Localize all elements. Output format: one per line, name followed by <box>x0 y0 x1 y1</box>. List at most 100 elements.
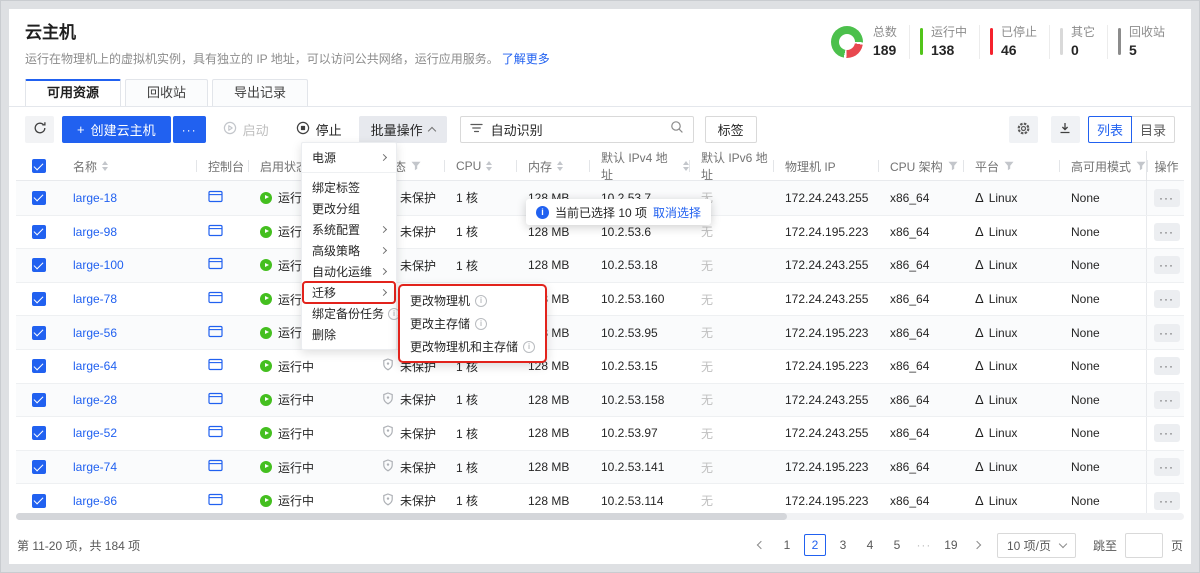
console-icon[interactable] <box>208 224 223 240</box>
menu-item-automation[interactable]: 自动化运维 <box>302 261 396 282</box>
console-icon[interactable] <box>208 425 223 441</box>
vm-name-link[interactable]: large-74 <box>73 460 117 474</box>
stop-button[interactable]: 停止 <box>286 116 352 143</box>
scrollbar-thumb[interactable] <box>16 512 787 520</box>
settings-button[interactable] <box>1008 116 1038 143</box>
view-list-button[interactable]: 列表 <box>1087 116 1132 143</box>
menu-item-advanced[interactable]: 高级策略 <box>302 240 396 261</box>
vm-name-link[interactable]: large-64 <box>73 359 117 373</box>
page-number-1[interactable]: 1 <box>777 534 797 556</box>
batch-actions-button[interactable]: 批量操作 <box>358 116 447 143</box>
page-number-4[interactable]: 4 <box>860 534 880 556</box>
row-actions-button[interactable]: ··· <box>1153 424 1180 443</box>
cell-arch: x86_64 <box>890 292 930 307</box>
view-catalog-button[interactable]: 目录 <box>1130 116 1175 143</box>
console-icon[interactable] <box>208 291 223 307</box>
row-checkbox[interactable] <box>31 426 46 441</box>
menu-item-bind-backup[interactable]: 绑定备份任务 i <box>302 303 401 324</box>
row-actions-button[interactable]: ··· <box>1153 390 1180 409</box>
row-actions-button[interactable]: ··· <box>1153 290 1180 309</box>
row-checkbox[interactable] <box>31 359 46 374</box>
row-actions-button[interactable]: ··· <box>1153 323 1180 342</box>
submenu-item-change-host-and-storage[interactable]: 更改物理机和主存储 i <box>400 335 545 358</box>
row-checkbox[interactable] <box>31 460 46 475</box>
filter-funnel-icon[interactable] <box>1004 161 1014 171</box>
search-input[interactable]: 自动识别 <box>459 116 694 143</box>
sort-icon[interactable] <box>486 161 493 171</box>
vm-name-link[interactable]: large-100 <box>73 258 124 272</box>
console-icon[interactable] <box>208 190 223 206</box>
select-all-checkbox[interactable] <box>31 159 46 173</box>
learn-more-link[interactable]: 了解更多 <box>502 52 550 66</box>
filter-funnel-icon[interactable] <box>948 161 958 171</box>
deselect-link[interactable]: 取消选择 <box>653 204 701 221</box>
row-actions-button[interactable]: ··· <box>1153 256 1180 275</box>
row-actions-button[interactable]: ··· <box>1153 458 1180 477</box>
row-actions-button[interactable]: ··· <box>1153 222 1180 241</box>
tab-bar: 可用资源 回收站 导出记录 <box>9 79 1191 107</box>
vm-name-link[interactable]: large-52 <box>73 426 117 440</box>
console-icon[interactable] <box>208 358 223 374</box>
cell-ha-mode: None <box>1071 224 1100 239</box>
row-checkbox[interactable] <box>31 190 46 205</box>
row-checkbox[interactable] <box>31 325 46 340</box>
row-checkbox[interactable] <box>31 392 46 407</box>
row-actions-button[interactable]: ··· <box>1153 357 1180 376</box>
cell-ha-mode: None <box>1071 325 1100 340</box>
cell-name: large-74 <box>61 451 196 484</box>
vm-name-link[interactable]: large-98 <box>73 225 117 239</box>
create-vm-button[interactable]: + 创建云主机 <box>62 116 171 143</box>
console-icon[interactable] <box>208 257 223 273</box>
row-checkbox[interactable] <box>31 493 46 508</box>
jump-page-input[interactable] <box>1124 532 1163 558</box>
vm-name-link[interactable]: large-86 <box>73 494 117 508</box>
filter-funnel-icon[interactable] <box>411 161 421 171</box>
menu-item-power[interactable]: 电源 <box>302 147 396 168</box>
sort-icon[interactable] <box>557 161 564 171</box>
row-checkbox[interactable] <box>31 224 46 239</box>
menu-item-delete[interactable]: 删除 <box>302 324 396 345</box>
row-actions-button[interactable]: ··· <box>1153 188 1180 207</box>
filter-funnel-icon[interactable] <box>1136 161 1146 171</box>
menu-item-migrate[interactable]: 迁移 <box>302 281 396 304</box>
start-button[interactable]: 启动 <box>213 116 279 143</box>
console-icon[interactable] <box>208 459 223 475</box>
table-row: large-64 运行中 未保护 1 核 128 MB 10.2.53.15 无… <box>16 348 1184 383</box>
vm-name-link[interactable]: large-78 <box>73 292 117 306</box>
horizontal-scrollbar[interactable] <box>16 512 1184 520</box>
row-checkbox[interactable] <box>31 292 46 307</box>
tab-available-resources[interactable]: 可用资源 <box>25 79 122 106</box>
page-number-3[interactable]: 3 <box>833 534 853 556</box>
row-actions-button[interactable]: ··· <box>1153 491 1180 510</box>
running-status-icon <box>260 494 272 507</box>
row-checkbox[interactable] <box>31 258 46 273</box>
refresh-button[interactable] <box>25 116 54 143</box>
chevron-right-icon <box>379 267 388 276</box>
vm-name-link[interactable]: large-28 <box>73 393 117 407</box>
menu-item-system-config[interactable]: 系统配置 <box>302 219 396 240</box>
sort-icon[interactable] <box>102 161 109 171</box>
download-button[interactable] <box>1050 116 1080 143</box>
stat-label: 回收站 <box>1128 25 1165 39</box>
tab-recycle-bin[interactable]: 回收站 <box>125 79 209 106</box>
menu-item-change-group[interactable]: 更改分组 <box>302 198 396 219</box>
submenu-item-change-storage[interactable]: 更改主存储 i <box>400 312 545 335</box>
menu-item-bind-tag[interactable]: 绑定标签 <box>302 177 396 198</box>
prev-page-button[interactable] <box>752 534 770 556</box>
page-number-2[interactable]: 2 <box>803 534 826 557</box>
console-icon[interactable] <box>208 392 223 408</box>
page-number-19[interactable]: 19 <box>941 534 961 556</box>
console-icon[interactable] <box>208 493 223 509</box>
submenu-item-change-host[interactable]: 更改物理机 i <box>400 289 545 312</box>
cell-ipv4: 10.2.53.141 <box>601 460 665 475</box>
next-page-button[interactable] <box>968 534 986 556</box>
page-number-5[interactable]: 5 <box>887 534 907 556</box>
description-text: 运行在物理机上的虚拟机实例，具有独立的 IP 地址，可以访问公共网络，运行应用服… <box>25 52 499 66</box>
console-icon[interactable] <box>208 325 223 341</box>
tag-button[interactable]: 标签 <box>704 116 757 143</box>
more-actions-button[interactable]: ··· <box>172 116 206 143</box>
vm-name-link[interactable]: large-56 <box>73 326 117 340</box>
page-size-select[interactable]: 10 项/页 <box>996 532 1076 558</box>
tab-export-records[interactable]: 导出记录 <box>212 79 309 106</box>
vm-name-link[interactable]: large-18 <box>73 191 117 205</box>
